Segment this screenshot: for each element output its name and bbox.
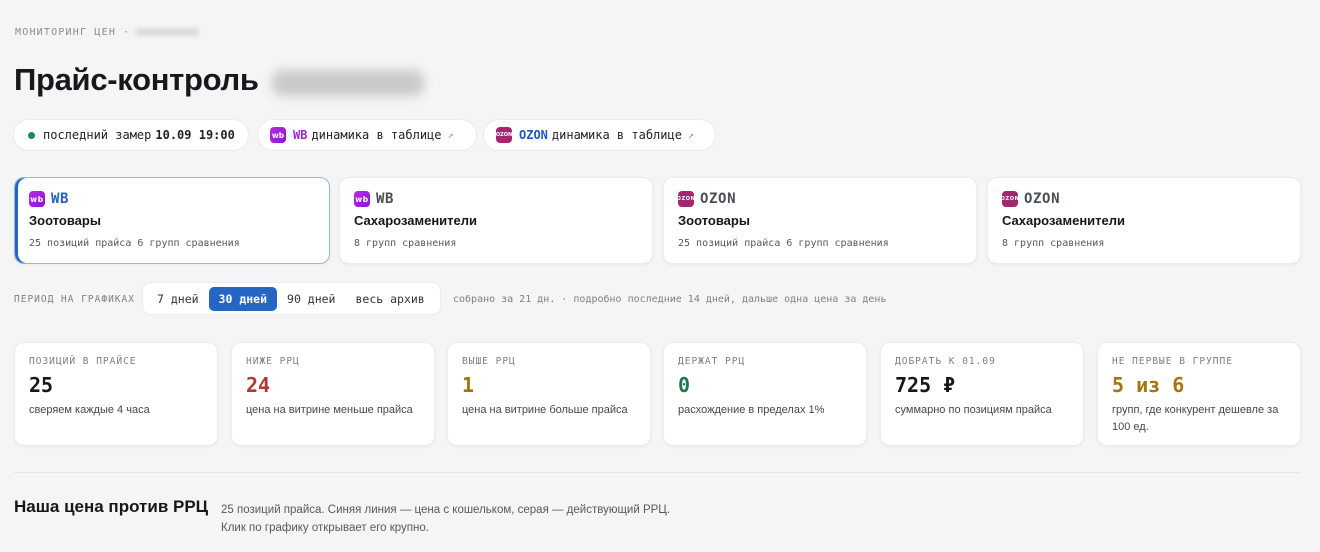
stat-card-hold-rrp: ДЕРЖАТ РРЦ 0 расхождение в пределах 1% xyxy=(663,342,867,446)
ozon-table-link[interactable]: OZON OZON динамика в таблице ↗ xyxy=(484,120,715,150)
card-marketplace: wb WB xyxy=(29,191,69,207)
wb-table-link[interactable]: wb WB динамика в таблице ↗ xyxy=(258,120,476,150)
card-marketplace-label: WB xyxy=(51,191,70,207)
stat-label: ДОБРАТЬ К 01.09 xyxy=(895,356,996,367)
card-meta: 8 групп сравнения xyxy=(354,238,457,249)
card-category: Зоотовары xyxy=(678,213,750,228)
stat-card-above-rrp: ВЫШЕ РРЦ 1 цена на витрине больше прайса xyxy=(447,342,651,446)
shop-card-wb-pets[interactable]: wb WB Зоотовары 25 позиций прайса 6 груп… xyxy=(14,177,330,264)
stat-label: ПОЗИЦИЙ В ПРАЙСЕ xyxy=(29,356,137,367)
stat-card-positions: ПОЗИЦИЙ В ПРАЙСЕ 25 сверяем каждые 4 час… xyxy=(14,342,218,446)
card-marketplace-label: WB xyxy=(376,191,395,207)
period-option-90d[interactable]: 90 дней xyxy=(277,287,345,311)
card-marketplace: OZON OZON xyxy=(677,191,737,207)
stat-value: 1 xyxy=(462,373,475,397)
period-option-7d[interactable]: 7 дней xyxy=(147,287,209,311)
stat-value: 25 xyxy=(29,373,54,397)
period-option-30d[interactable]: 30 дней xyxy=(208,286,278,311)
card-category: Сахарозаменители xyxy=(1002,213,1126,228)
stat-value: 725 ₽ xyxy=(895,373,956,397)
shop-card-ozon-sweeteners[interactable]: OZON OZON Сахарозаменители 8 групп сравн… xyxy=(987,177,1301,264)
page-title: Прайс-контроль xyxy=(14,62,259,97)
card-marketplace: wb WB xyxy=(354,191,394,207)
stat-desc: групп, где конкурент дешевле за 100 ед. xyxy=(1112,404,1279,433)
company-name-blurred xyxy=(272,70,424,96)
section-divider xyxy=(14,472,1300,473)
stat-value: 0 xyxy=(678,373,691,397)
external-link-icon: ↗ xyxy=(447,129,454,141)
card-category: Зоотовары xyxy=(29,213,101,228)
status-dot-icon xyxy=(28,131,35,139)
stat-label: НЕ ПЕРВЫЕ В ГРУППЕ xyxy=(1112,356,1233,367)
stat-desc: цена на витрине меньше прайса xyxy=(246,404,413,416)
section-description: 25 позиций прайса. Синяя линия — цена с … xyxy=(221,504,671,534)
breadcrumb-text: МОНИТОРИНГ ЦЕН · xyxy=(15,27,131,38)
last-measure-pill: последний замер 10.09 19:00 xyxy=(14,120,248,150)
stat-desc: суммарно по позициям прайса xyxy=(895,404,1052,416)
wb-logo-icon: wb xyxy=(29,191,45,207)
stat-label: ДЕРЖАТ РРЦ xyxy=(678,356,746,367)
stat-value: 5 из 6 xyxy=(1112,373,1185,397)
ozon-logo-icon: OZON xyxy=(1001,191,1019,207)
external-link-icon: ↗ xyxy=(687,129,694,141)
stat-card-not-first: НЕ ПЕРВЫЕ В ГРУППЕ 5 из 6 групп, где кон… xyxy=(1097,342,1301,446)
section-title: Наша цена против РРЦ xyxy=(14,497,209,516)
card-meta: 25 позиций прайса 6 групп сравнения xyxy=(29,238,240,249)
card-marketplace-label: OZON xyxy=(1024,191,1061,207)
wb-logo-icon: wb xyxy=(270,127,286,143)
ozon-logo-icon: OZON xyxy=(496,127,512,143)
last-measure-value: 10.09 19:00 xyxy=(155,128,235,142)
wb-link-text: динамика в таблице xyxy=(311,128,442,142)
stat-desc: цена на витрине больше прайса xyxy=(462,404,628,416)
card-meta: 8 групп сравнения xyxy=(1002,238,1105,249)
breadcrumb-blurred xyxy=(134,28,199,36)
card-category: Сахарозаменители xyxy=(354,213,478,228)
stat-card-to-add: ДОБРАТЬ К 01.09 725 ₽ суммарно по позици… xyxy=(880,342,1084,446)
stat-desc: расхождение в пределах 1% xyxy=(678,404,825,416)
card-marketplace: OZON OZON xyxy=(1001,191,1061,207)
shop-card-wb-sweeteners[interactable]: wb WB Сахарозаменители 8 групп сравнения xyxy=(339,177,653,264)
period-label: ПЕРИОД НА ГРАФИКАХ xyxy=(14,294,135,305)
stat-value: 24 xyxy=(246,373,271,397)
wb-label: WB xyxy=(293,128,308,142)
wb-logo-icon: wb xyxy=(354,191,370,207)
last-measure-label: последний замер xyxy=(43,128,152,142)
shop-card-ozon-pets[interactable]: OZON OZON Зоотовары 25 позиций прайса 6 … xyxy=(663,177,977,264)
card-meta: 25 позиций прайса 6 групп сравнения xyxy=(678,238,889,249)
stat-desc: сверяем каждые 4 часа xyxy=(29,404,150,416)
period-selector: 7 дней 30 дней 90 дней весь архив xyxy=(143,283,440,314)
ozon-label: OZON xyxy=(519,128,548,142)
period-note: собрано за 21 дн. · подробно последние 1… xyxy=(453,294,887,305)
breadcrumb: МОНИТОРИНГ ЦЕН · xyxy=(15,27,199,38)
stat-label: НИЖЕ РРЦ xyxy=(246,356,300,367)
period-option-all[interactable]: весь архив xyxy=(345,287,434,311)
card-marketplace-label: OZON xyxy=(700,191,737,207)
stat-card-below-rrp: НИЖЕ РРЦ 24 цена на витрине меньше прайс… xyxy=(231,342,435,446)
stat-label: ВЫШЕ РРЦ xyxy=(462,356,516,367)
ozon-logo-icon: OZON xyxy=(677,191,695,207)
ozon-link-text: динамика в таблице xyxy=(551,128,682,142)
